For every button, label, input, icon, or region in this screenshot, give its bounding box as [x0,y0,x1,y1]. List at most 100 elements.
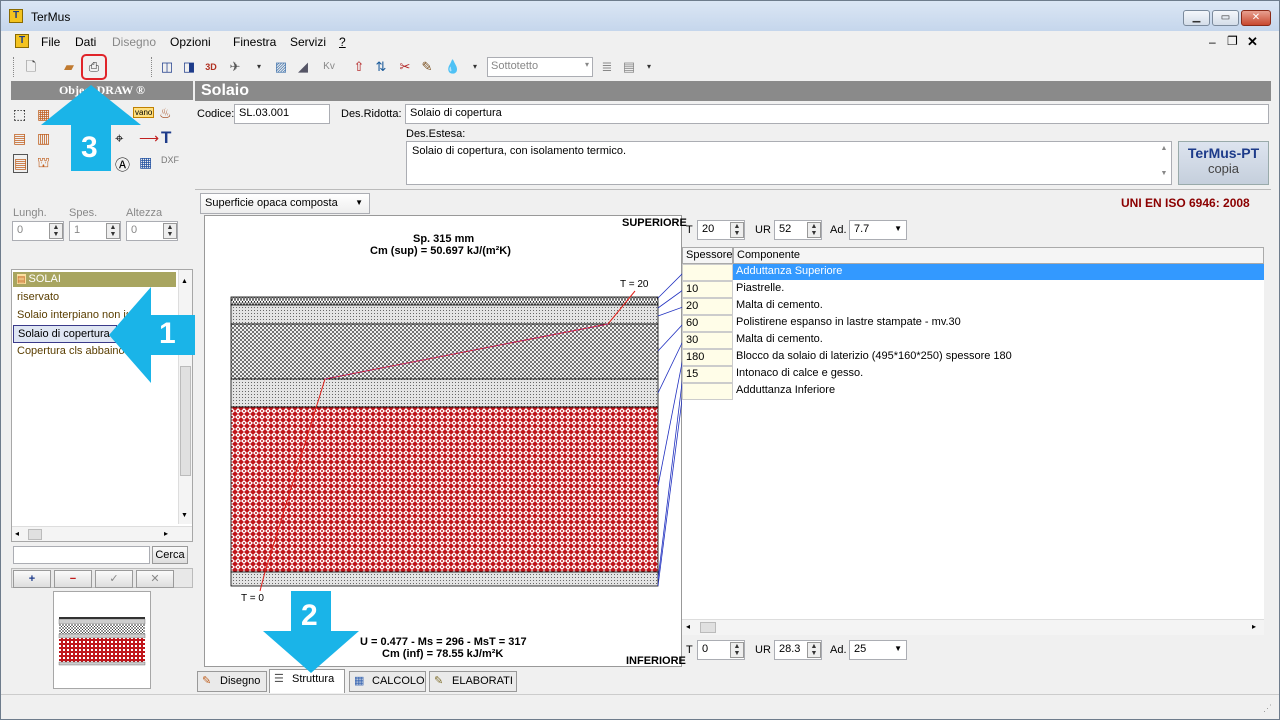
search-button[interactable]: Cerca [152,546,188,564]
open-folder-icon[interactable]: ▰ [59,57,79,77]
view-3d-icon[interactable]: 3D [201,57,221,77]
list-item-selected[interactable]: Solaio di copertura [13,325,117,343]
print-icon[interactable]: ⎙ [81,54,107,80]
slope-icon[interactable]: ◢ [293,57,313,77]
mdi-close-icon[interactable]: ✕ [1247,34,1258,50]
stack-icon[interactable]: ▤ [619,57,639,77]
confirm-button[interactable]: ✓ [95,570,133,588]
ur-top-spinner[interactable]: ▲ ▼ [807,222,821,238]
layer-componente-cell[interactable]: Polistirene espanso in lastre stampate -… [733,315,1264,332]
list-hscroll-thumb[interactable] [28,529,42,540]
menu-servizi[interactable]: Servizi [290,35,326,49]
dropdown-arrow-icon[interactable]: ▾ [249,57,269,77]
grid-hscroll-thumb[interactable] [700,622,716,633]
desridotta-input[interactable]: Solaio di copertura [405,104,1269,124]
tab-disegno[interactable]: ✎ Disegno [197,671,267,692]
grid-header-componente[interactable]: Componente [733,247,1264,264]
maximize-button[interactable]: ▭ [1212,10,1239,26]
inferiore-label: INFERIORE [626,655,686,667]
search-input[interactable] [13,546,150,564]
termus-pt-copy-button[interactable]: TerMus-PT copia [1178,141,1269,185]
dxf-icon[interactable]: DXF [161,155,179,165]
scroll-right-icon[interactable]: ▸ [164,529,168,538]
layer-componente-cell[interactable]: Piastrelle. [733,281,1264,298]
extinguisher-icon[interactable]: ♨ [159,105,172,122]
mdi-app-icon[interactable]: T [15,34,29,48]
menu-finestra[interactable]: Finestra [233,35,276,49]
layer-spessore-cell[interactable] [682,383,733,400]
t-top-spinner[interactable]: ▲ ▼ [730,222,744,238]
layer-spessore-cell[interactable]: 60 [682,315,733,332]
select-rect-icon[interactable]: ⬚ [13,106,26,123]
grid-header-spessore[interactable]: Spessore [682,247,733,264]
material-icon[interactable]: ✎ [417,57,437,77]
grid-hscrollbar[interactable]: ◂ ▸ [682,619,1264,635]
brick-wall-icon[interactable]: ▤ [13,130,26,147]
delete-connection-icon[interactable]: ✂ [395,57,415,77]
codice-input[interactable]: SL.03.001 [234,104,330,124]
spes-label: Spes. [69,207,98,219]
layer-spessore-cell[interactable]: 30 [682,332,733,349]
scroll-down-icon[interactable]: ▼ [181,512,188,519]
airplane-icon[interactable]: ✈ [225,57,245,77]
surface-type-select[interactable]: Superficie opaca composta ▼ [200,193,370,214]
layer-componente-cell[interactable]: Intonaco di calce e gesso. [733,366,1264,383]
cancel-button[interactable]: ✕ [136,570,174,588]
roof-type-select[interactable]: Sottotetto ▾ [487,57,593,77]
thermal-bridge-icon[interactable]: ⇧ [349,57,369,77]
menu-dati[interactable]: Dati [75,35,96,49]
layer-spessore-cell[interactable] [682,264,733,281]
ur-bottom-spinner[interactable]: ▲ ▼ [807,642,821,658]
t-bottom-spinner[interactable]: ▲ ▼ [730,642,744,658]
list-group-header[interactable]: ▤ SOLAI [13,272,176,287]
codice-label: Codice: [197,108,235,120]
mdi-restore-icon[interactable]: ❐ [1227,34,1238,48]
grid-scroll-left-icon[interactable]: ◂ [686,622,690,631]
tab-elaborati[interactable]: ✎ ELABORATI [429,671,517,692]
layer-spessore-cell[interactable]: 20 [682,298,733,315]
ad-bottom-select[interactable]: 25 ▼ [849,640,907,660]
close-button[interactable]: ✕ [1241,10,1271,26]
ad-top-select[interactable]: 7.7 ▼ [849,220,907,240]
menu-disegno[interactable]: Disegno [112,35,156,49]
remove-button[interactable]: − [54,570,92,588]
kv-icon[interactable]: Kv [319,57,339,77]
layer-componente-cell-selected[interactable]: Adduttanza Superiore [733,264,1264,281]
layer-componente-cell[interactable]: Blocco da solaio di laterizio (495*160*2… [733,349,1264,366]
ur-bottom-label: UR [755,644,771,656]
menu-opzioni[interactable]: Opzioni [170,35,211,49]
menu-help[interactable]: ? [339,35,346,49]
layer-componente-cell[interactable]: Malta di cemento. [733,332,1264,349]
list-hscrollbar[interactable]: ◂ ▸ [12,526,192,541]
remove-line-icon[interactable]: ⟶ [139,130,159,147]
spes-spinner[interactable]: ▲ ▼ [106,223,120,239]
layer-tool-icon[interactable]: ▤ [13,154,29,173]
lungh-spinner[interactable]: ▲ ▼ [49,223,63,239]
tab-calcolo[interactable]: ▦ CALCOLO [349,671,426,692]
add-button[interactable]: + [13,570,51,588]
layer-componente-cell[interactable]: Malta di cemento. [733,298,1264,315]
dropdown-arrow-3-icon[interactable]: ▾ [639,57,659,77]
new-document-icon[interactable]: 🗋 [21,57,41,77]
transfer-icon[interactable]: ⇅ [371,57,391,77]
menu-file[interactable]: File [41,35,60,49]
layer-spessore-cell[interactable]: 10 [682,281,733,298]
minimize-button[interactable]: ▁ [1183,10,1210,26]
layers-icon[interactable]: ≣ [597,57,617,77]
text-tool-icon[interactable]: T [161,128,171,148]
layer-spessore-cell[interactable]: 180 [682,349,733,366]
landscape-icon[interactable]: ▨ [271,57,291,77]
layer-spessore-cell[interactable]: 15 [682,366,733,383]
view-side-icon[interactable]: ◨ [179,57,199,77]
scroll-left-icon[interactable]: ◂ [15,529,19,538]
dropdown-arrow-2-icon[interactable]: ▾ [465,57,485,77]
altezza-spinner[interactable]: ▲ ▼ [163,223,177,239]
desestesa-scrollbar[interactable]: ▲ ▼ [1157,142,1171,184]
water-drop-icon[interactable]: 💧 [443,57,463,77]
scroll-up-icon[interactable]: ▲ [181,278,188,285]
view-front-icon[interactable]: ◫ [157,57,177,77]
desestesa-textarea[interactable]: Solaio di copertura, con isolamento term… [406,141,1172,185]
grid-scroll-right-icon[interactable]: ▸ [1252,622,1256,631]
mdi-minimize-icon[interactable]: – [1209,35,1216,49]
layer-componente-cell[interactable]: Adduttanza Inferiore [733,383,1264,400]
